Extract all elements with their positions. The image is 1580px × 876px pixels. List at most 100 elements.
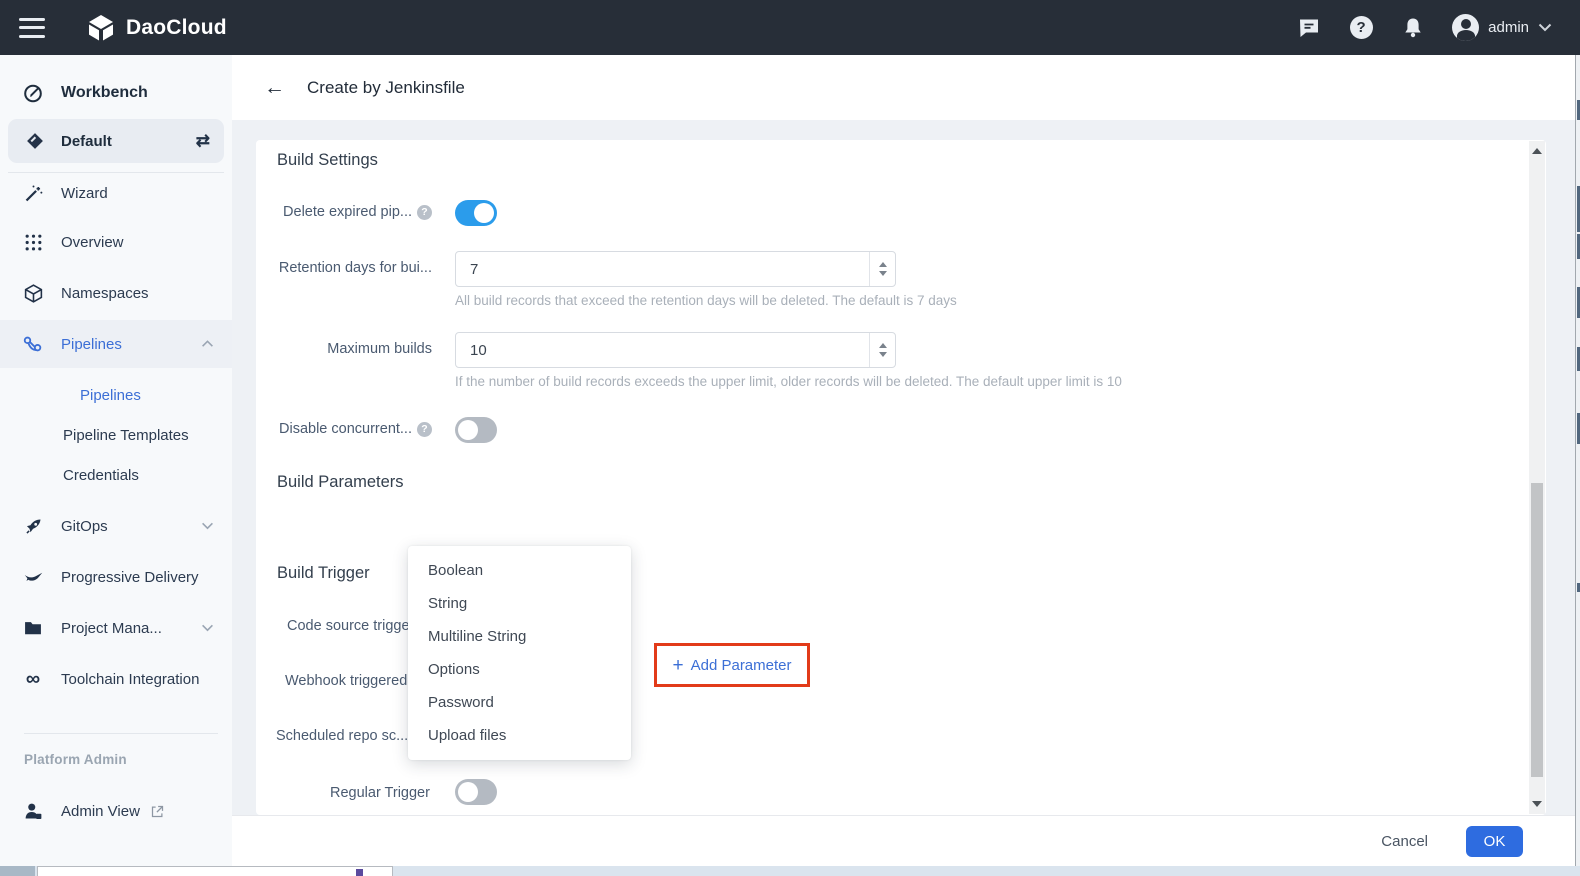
sidebar-item-progressive-delivery[interactable]: Progressive Delivery xyxy=(0,557,232,597)
ok-button[interactable]: OK xyxy=(1466,826,1523,857)
menu-item-upload-files[interactable]: Upload files xyxy=(408,719,631,752)
page-header: ← Create by Jenkinsfile xyxy=(232,55,1580,120)
switch-workspace-icon[interactable]: ⇄ xyxy=(196,131,210,151)
sidebar-item-namespaces[interactable]: Namespaces xyxy=(0,273,232,313)
max-builds-help: If the number of build records exceeds t… xyxy=(455,374,1122,389)
pipelines-icon xyxy=(22,333,44,355)
back-arrow-icon[interactable]: ← xyxy=(264,76,285,100)
retention-days-input[interactable]: 7 xyxy=(455,251,896,287)
spinner-up-icon[interactable] xyxy=(879,262,887,267)
disable-concurrent-label-row: Disable concurrent... ? xyxy=(237,421,432,437)
folder-icon xyxy=(22,617,44,639)
spinner-up-icon[interactable] xyxy=(879,343,887,348)
user-menu[interactable]: admin xyxy=(1452,14,1552,41)
max-builds-label: Maximum builds xyxy=(256,341,432,357)
help-icon[interactable]: ? xyxy=(1348,15,1374,41)
form-card: Build Settings Delete expired pip... ? R… xyxy=(256,140,1546,815)
hamburger-menu-icon[interactable] xyxy=(19,18,45,38)
avatar xyxy=(1452,14,1479,41)
regular-trigger-label: Regular Trigger xyxy=(330,785,430,801)
number-spinner[interactable] xyxy=(869,252,895,286)
delete-expired-label-row: Delete expired pip... ? xyxy=(237,204,432,220)
platform-admin-label: Platform Admin xyxy=(24,752,127,767)
webhook-trigger-label: Webhook triggered xyxy=(285,673,407,689)
bottom-corner-block xyxy=(0,866,35,876)
delete-expired-toggle[interactable] xyxy=(455,200,497,226)
bottom-window-edge xyxy=(0,866,1580,876)
daocloud-logo-icon xyxy=(86,13,116,43)
sidebar-item-project-management[interactable]: Project Mana... xyxy=(0,608,232,648)
menu-item-string[interactable]: String xyxy=(408,587,631,620)
form-footer: Cancel OK xyxy=(232,815,1580,866)
sidebar-item-wizard[interactable]: Wizard xyxy=(0,173,232,213)
namespaces-cube-icon xyxy=(22,282,44,304)
spinner-down-icon[interactable] xyxy=(879,352,887,357)
sidebar-subitem-credentials[interactable]: Credentials xyxy=(0,455,232,495)
user-name: admin xyxy=(1488,19,1529,36)
chevron-down-icon xyxy=(1538,23,1552,32)
wizard-icon xyxy=(22,182,44,204)
overview-grid-icon xyxy=(22,231,44,253)
chevron-down-icon xyxy=(201,522,214,530)
retention-days-label: Retention days for bui... xyxy=(256,260,432,276)
workbench-icon xyxy=(22,82,44,104)
sidebar-item-admin-view[interactable]: Admin View xyxy=(0,791,232,831)
sidebar-item-workbench[interactable]: Workbench xyxy=(0,73,232,113)
external-link-icon xyxy=(150,804,165,819)
retention-days-help: All build records that exceed the retent… xyxy=(455,293,957,308)
brand-logo: DaoCloud xyxy=(86,13,227,43)
gitops-rocket-icon xyxy=(22,515,44,537)
chevron-down-icon xyxy=(201,624,214,632)
app-header: DaoCloud ? admin xyxy=(0,0,1580,55)
add-parameter-button[interactable]: + Add Parameter xyxy=(657,646,807,684)
chevron-up-icon xyxy=(201,340,214,348)
workspace-icon xyxy=(24,130,46,152)
browser-edge-scroll-marks xyxy=(1575,55,1580,866)
scrollbar-thumb[interactable] xyxy=(1531,483,1543,777)
code-source-trigger-label: Code source trigge xyxy=(287,618,410,634)
menu-item-password[interactable]: Password xyxy=(408,686,631,719)
bottom-popup-edge xyxy=(37,866,393,876)
number-spinner[interactable] xyxy=(869,333,895,367)
scroll-up-arrow[interactable] xyxy=(1529,144,1545,158)
section-build-trigger: Build Trigger xyxy=(277,564,370,583)
brand-name: DaoCloud xyxy=(126,16,227,40)
sidebar-divider xyxy=(24,733,218,734)
menu-item-options[interactable]: Options xyxy=(408,653,631,686)
max-builds-value: 10 xyxy=(470,342,869,359)
vertical-scrollbar[interactable] xyxy=(1529,141,1545,814)
sidebar-item-toolchain-integration[interactable]: ∞ Toolchain Integration xyxy=(0,659,232,699)
menu-item-boolean[interactable]: Boolean xyxy=(408,554,631,587)
section-build-parameters: Build Parameters xyxy=(277,473,404,492)
spinner-down-icon[interactable] xyxy=(879,271,887,276)
scheduled-scan-label: Scheduled repo sc... xyxy=(276,728,408,744)
message-icon[interactable] xyxy=(1296,15,1322,41)
sidebar-subitem-pipelines[interactable]: Pipelines xyxy=(0,375,232,415)
section-build-settings: Build Settings xyxy=(277,151,378,170)
max-builds-input[interactable]: 10 xyxy=(455,332,896,368)
workspace-name: Default xyxy=(61,133,112,150)
regular-trigger-toggle[interactable] xyxy=(455,779,497,805)
sidebar: Workbench Default ⇄ Wizard Overview Name… xyxy=(0,55,232,876)
help-tooltip-icon[interactable]: ? xyxy=(417,422,432,437)
disable-concurrent-toggle[interactable] xyxy=(455,417,497,443)
cancel-button[interactable]: Cancel xyxy=(1381,833,1428,850)
sidebar-subitem-pipeline-templates[interactable]: Pipeline Templates xyxy=(0,415,232,455)
popup-icon xyxy=(356,869,363,876)
page-title: Create by Jenkinsfile xyxy=(307,78,465,98)
scroll-down-arrow[interactable] xyxy=(1529,797,1545,811)
notification-bell-icon[interactable] xyxy=(1400,15,1426,41)
parameter-type-menu: Boolean String Multiline String Options … xyxy=(408,546,631,760)
menu-item-multiline-string[interactable]: Multiline String xyxy=(408,620,631,653)
plus-icon: + xyxy=(673,656,684,675)
sidebar-item-overview[interactable]: Overview xyxy=(0,222,232,262)
workspace-selector[interactable]: Default ⇄ xyxy=(8,119,224,163)
sidebar-item-pipelines[interactable]: Pipelines xyxy=(0,320,232,368)
sidebar-item-gitops[interactable]: GitOps xyxy=(0,506,232,546)
help-tooltip-icon[interactable]: ? xyxy=(417,205,432,220)
disable-concurrent-label: Disable concurrent... xyxy=(279,421,412,437)
annotation-highlight-box: + Add Parameter xyxy=(654,643,810,687)
admin-user-icon xyxy=(22,800,44,822)
retention-days-value: 7 xyxy=(470,261,869,278)
bird-icon xyxy=(22,566,44,588)
